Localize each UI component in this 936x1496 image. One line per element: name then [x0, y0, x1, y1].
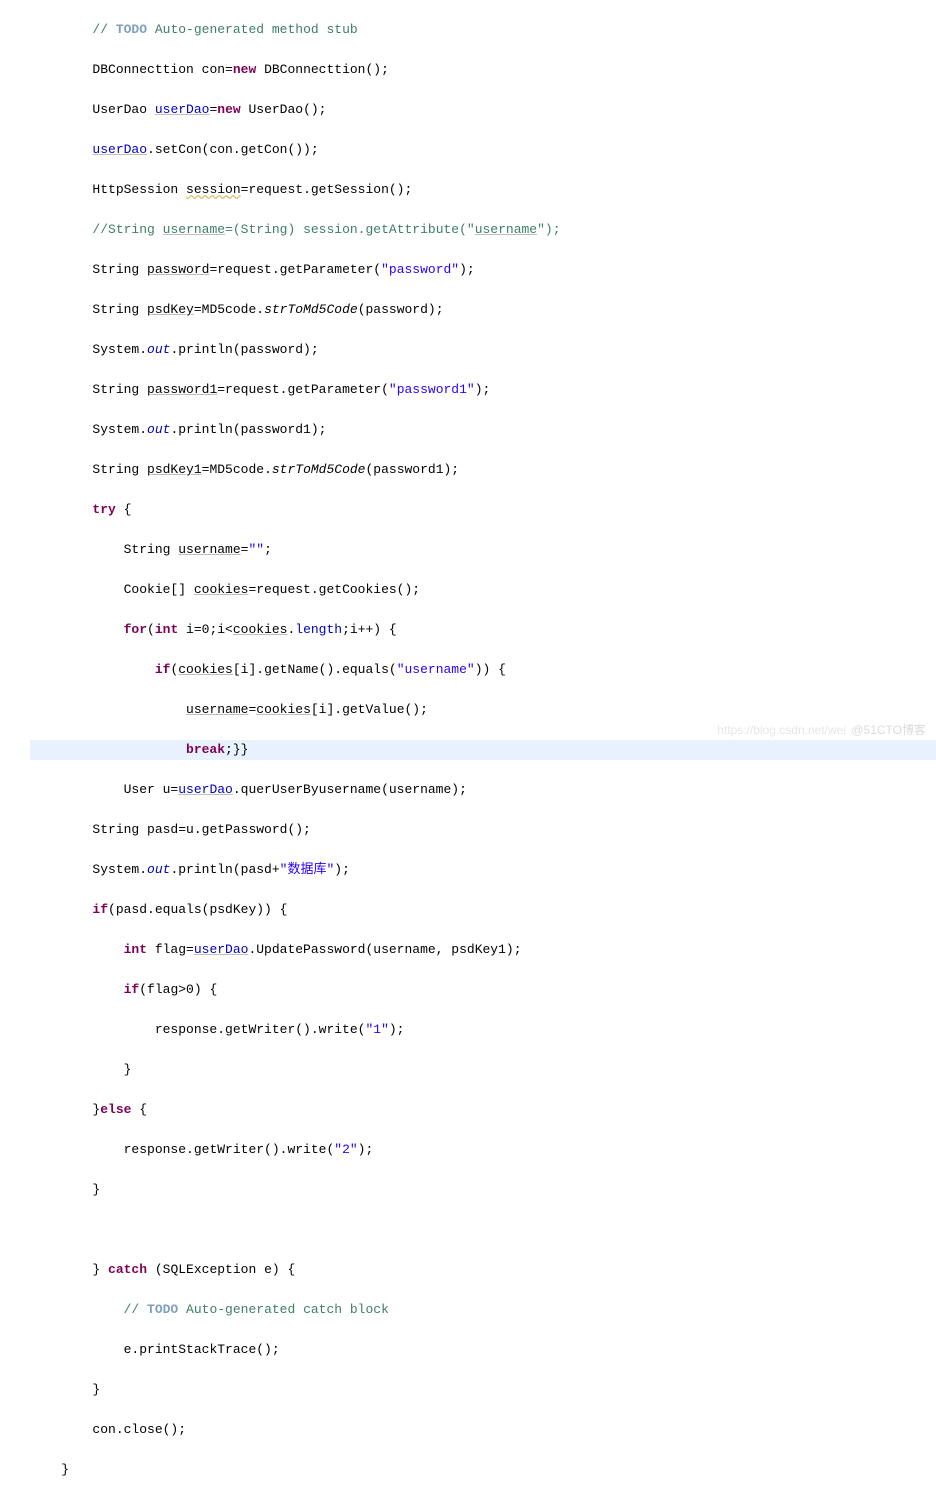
watermark-text: https://blog.csdn.net/wei: [717, 720, 846, 740]
code-line: }: [30, 1180, 936, 1200]
code-line: for(int i=0;i<cookies.length;i++) {: [30, 620, 936, 640]
code-line: } catch (SQLException e) {: [30, 1260, 936, 1280]
watermark-text: @51CTO博客: [851, 720, 926, 740]
code-line: String psdKey=MD5code.strToMd5Code(passw…: [30, 300, 936, 320]
code-line: // TODO Auto-generated method stub: [30, 20, 936, 40]
code-line: if(flag>0) {: [30, 980, 936, 1000]
code-line: }: [30, 1380, 936, 1400]
code-line: //String username=(String) session.getAt…: [30, 220, 936, 240]
code-line: UserDao userDao=new UserDao();: [30, 100, 936, 120]
code-line: String password1=request.getParameter("p…: [30, 380, 936, 400]
code-line: response.getWriter().write("1");: [30, 1020, 936, 1040]
code-line: String pasd=u.getPassword();: [30, 820, 936, 840]
code-editor[interactable]: // TODO Auto-generated method stub DBCon…: [0, 0, 936, 1496]
code-line: int flag=userDao.UpdatePassword(username…: [30, 940, 936, 960]
code-line: response.getWriter().write("2");: [30, 1140, 936, 1160]
code-line: userDao.setCon(con.getCon());: [30, 140, 936, 160]
code-line: Cookie[] cookies=request.getCookies();: [30, 580, 936, 600]
code-line: String psdKey1=MD5code.strToMd5Code(pass…: [30, 460, 936, 480]
code-line: }else {: [30, 1100, 936, 1120]
code-line: }: [30, 1060, 936, 1080]
code-line-current: break;}}: [30, 740, 936, 760]
code-line: HttpSession session=request.getSession()…: [30, 180, 936, 200]
code-line: System.out.println(pasd+"数据库");: [30, 860, 936, 880]
code-line: User u=userDao.querUserByusername(userna…: [30, 780, 936, 800]
code-line: try {: [30, 500, 936, 520]
code-line: }: [30, 1460, 936, 1480]
code-line: System.out.println(password1);: [30, 420, 936, 440]
code-line: System.out.println(password);: [30, 340, 936, 360]
code-line: [30, 1220, 936, 1240]
code-line: String username="";: [30, 540, 936, 560]
code-line: String password=request.getParameter("pa…: [30, 260, 936, 280]
code-line: e.printStackTrace();: [30, 1340, 936, 1360]
code-line: if(pasd.equals(psdKey)) {: [30, 900, 936, 920]
code-line: // TODO Auto-generated catch block: [30, 1300, 936, 1320]
code-line: con.close();: [30, 1420, 936, 1440]
code-line: if(cookies[i].getName().equals("username…: [30, 660, 936, 680]
code-line: username=cookies[i].getValue();: [30, 700, 936, 720]
code-line: DBConnecttion con=new DBConnecttion();: [30, 60, 936, 80]
